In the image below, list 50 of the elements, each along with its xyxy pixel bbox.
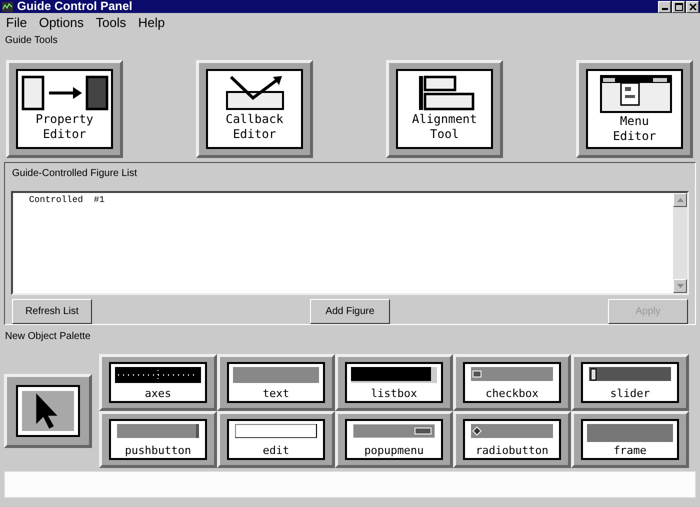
minimize-button[interactable] (658, 0, 671, 12)
menu-item[interactable]: File (6, 14, 27, 30)
palette-button[interactable]: checkbox (453, 354, 571, 411)
palette-button[interactable]: edit (217, 411, 335, 468)
frame-preview-icon (587, 424, 673, 442)
close-button[interactable] (686, 0, 699, 12)
section-label: Guide Tools (4, 34, 59, 48)
menu-item[interactable]: Help (138, 14, 165, 30)
close-icon (688, 2, 696, 10)
pushbutton-preview-icon (117, 424, 199, 438)
minimize-icon (662, 8, 668, 10)
slider-preview-icon (589, 367, 671, 381)
scroll-down-button[interactable] (673, 279, 687, 293)
listbox-preview-icon (351, 367, 437, 383)
section-label: New Object Palette (4, 330, 92, 344)
maximize-button[interactable] (672, 0, 685, 12)
palette-button[interactable]: radiobutton (453, 411, 571, 468)
figure-listbox[interactable]: Controlled #1 (11, 191, 689, 295)
palette-button[interactable]: listbox (335, 354, 453, 411)
push-button[interactable]: Add Figure (310, 299, 390, 324)
down-arrow-icon (676, 284, 684, 288)
radiobutton-preview-icon (471, 424, 553, 438)
tool-button[interactable]: Alignment Tool (386, 60, 503, 158)
tool-button[interactable]: Callback Editor (196, 60, 313, 158)
palette-button[interactable]: axes (99, 354, 217, 411)
palette-button[interactable]: popupmenu (335, 411, 453, 468)
scroll-up-button[interactable] (673, 193, 687, 207)
tool-button[interactable]: Property Editor (6, 60, 123, 158)
menu-item[interactable]: Tools (96, 14, 126, 30)
popupmenu-preview-icon (353, 424, 435, 438)
scrollbar[interactable] (673, 193, 687, 293)
checkbox-preview-icon (471, 367, 553, 381)
palette-button[interactable]: pushbutton (99, 411, 217, 468)
text-preview-icon (233, 367, 319, 383)
palette-button[interactable]: slider (571, 354, 689, 411)
maximize-icon (674, 2, 682, 10)
app-icon (2, 2, 13, 12)
pointer-tool-button[interactable] (4, 374, 92, 448)
up-arrow-icon (676, 198, 684, 202)
edit-preview-icon (235, 424, 317, 438)
push-button[interactable]: Refresh List (12, 299, 92, 324)
pointer-icon (22, 391, 74, 431)
list-item[interactable]: Controlled #1 (29, 195, 657, 205)
palette-button[interactable]: text (217, 354, 335, 411)
tool-button[interactable]: Menu Editor (576, 60, 693, 158)
palette-button[interactable]: frame (571, 411, 689, 468)
axes-preview-icon (115, 367, 201, 383)
panel-label: Guide-Controlled Figure List (11, 167, 138, 181)
window-title: Guide Control Panel (17, 0, 132, 13)
menu-item[interactable]: Options (38, 14, 84, 30)
